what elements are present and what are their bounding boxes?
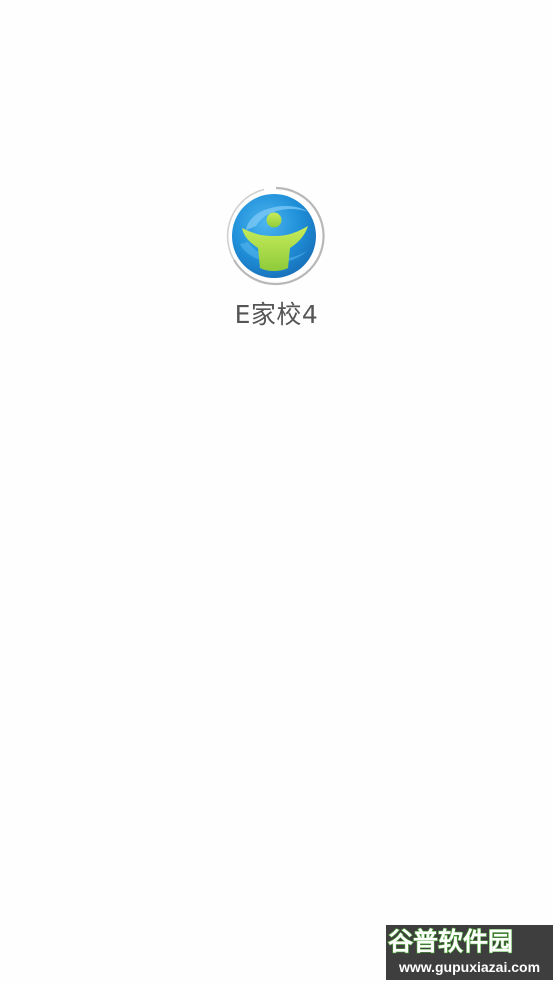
watermark-logo-text: 谷普软件园 (388, 927, 513, 955)
watermark-url: www.gupuxiazai.com (398, 959, 541, 975)
watermark-logo-icon: 谷普软件园 (387, 926, 513, 955)
watermark: 谷普软件园 www.gupuxiazai.com (386, 925, 553, 980)
app-name: E家校4 (234, 300, 319, 329)
app-logo-icon (226, 186, 326, 286)
splash-screen: E家校4 谷普软件园 www.gupuxiazai.com (0, 0, 553, 983)
